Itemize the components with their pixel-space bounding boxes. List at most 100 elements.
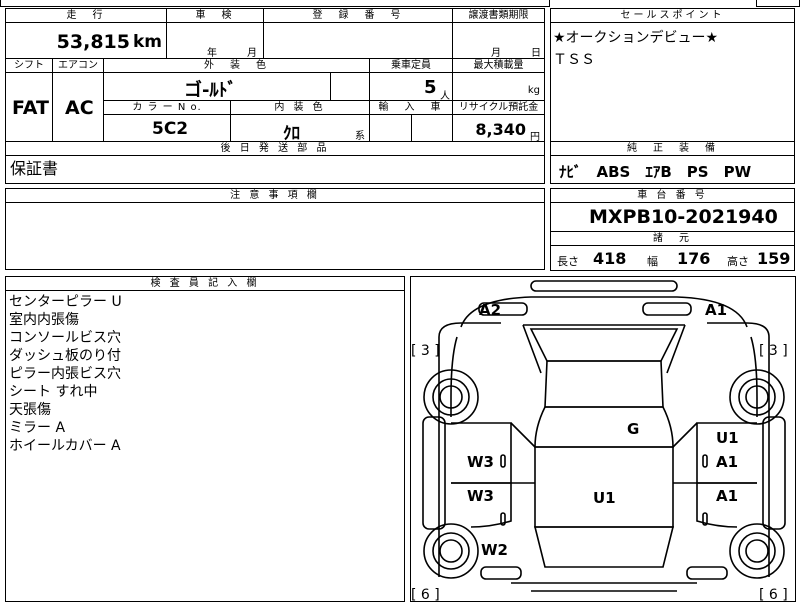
right-rocker (762, 416, 786, 530)
taillight-left (480, 566, 522, 580)
equipment-cell: ﾅﾋﾞ ABS ｴｱB PS PW (550, 155, 795, 184)
left-rocker (422, 416, 446, 530)
aircon-header: エアコン (52, 58, 104, 73)
mileage-cell: 53,815 km (5, 22, 167, 59)
mark-left-rear-door: W3 (467, 487, 494, 505)
front-bumper (530, 280, 678, 292)
mileage-header: 走 行 (5, 8, 167, 23)
wheel-rear-right (729, 523, 785, 579)
width-value: 176 (677, 249, 711, 268)
mark-front-right: A1 (705, 301, 727, 319)
mark-right-rear-door: A1 (716, 487, 738, 505)
inspection-year: 年 (207, 48, 217, 59)
color-no-header: カ ラ ー N o. (103, 100, 231, 115)
specs-cell: 長さ 418 幅 176 高さ 159 (550, 245, 795, 271)
transfer-header: 譲渡書類期限 (452, 8, 545, 23)
length-label: 長さ (557, 255, 579, 268)
inspector-note-2: 室内内張傷 (9, 312, 79, 328)
exterior-color-value: ゴ-ﾙﾄﾞ (184, 80, 237, 101)
mark-right-front-lower: A1 (716, 453, 738, 471)
windshield (529, 328, 679, 362)
exterior-color-extra (330, 72, 370, 101)
exterior-color-header: 外 装 色 (103, 58, 370, 73)
chassis-value: MXPB10-2021940 (589, 206, 778, 228)
notes-cell (5, 202, 545, 270)
height-value: 159 (757, 249, 791, 268)
rear-window (533, 526, 675, 568)
interior-color-header: 内 装 色 (230, 100, 370, 115)
roof-front (544, 360, 664, 408)
wheel-rear-left (423, 523, 479, 579)
car-diagram-svg: A2 A1 G U1 A1 W3 A1 W3 U1 W2 [ 3 ] [ 3 ]… (411, 280, 788, 601)
capacity-value: 5 (424, 77, 437, 98)
notes-header: 注 意 事 項 欄 (5, 188, 545, 203)
width-label: 幅 (647, 255, 658, 268)
selling-points-header: セールスポイント (550, 8, 795, 23)
top-strip-right (756, 0, 800, 7)
selling-point-1: ★オークションデビュー★ (553, 30, 719, 46)
registration-header: 登 録 番 号 (263, 8, 453, 23)
later-parts-header: 後 日 発 送 部 品 (5, 141, 545, 156)
damage-diagram: A2 A1 G U1 A1 W3 A1 W3 U1 W2 [ 3 ] [ 3 ]… (410, 276, 796, 602)
inspector-header: 検 査 員 記 入 欄 (5, 276, 405, 291)
tire-front-left: [ 3 ] (411, 343, 440, 359)
inspector-note-8: ミラー A (9, 420, 66, 436)
import-cell-b (411, 114, 453, 142)
taillight-right (686, 566, 728, 580)
left-windows (510, 422, 536, 484)
left-body-outline (438, 322, 501, 577)
length-value: 418 (593, 249, 627, 268)
mark-rear-roof: U1 (593, 489, 616, 507)
later-parts-cell: 保証書 (5, 155, 545, 184)
chassis-header: 車 台 番 号 (550, 188, 795, 203)
aircon-cell: AC (52, 72, 104, 142)
transfer-cell: 月 日 (452, 22, 545, 59)
mileage-unit: km (132, 32, 162, 52)
mark-left-front-door: W3 (467, 453, 494, 471)
chassis-cell: MXPB10-2021940 (550, 202, 795, 232)
import-header: 輸 入 車 (369, 100, 453, 115)
inspector-note-9: ホイールカバー A (9, 438, 121, 454)
right-windows (672, 422, 698, 484)
capacity-header: 乗車定員 (369, 58, 453, 73)
inspector-note-4: ダッシュ板のり付 (9, 348, 121, 364)
mark-front-left: A2 (479, 301, 501, 319)
capacity-cell: 5 人 (369, 72, 453, 102)
aircon-value: AC (65, 97, 94, 119)
inspector-note-3: コンソールビス穴 (9, 330, 121, 346)
recycle-header: リサイクル預託金 (452, 100, 545, 115)
selling-points-cell: ★オークションデビュー★ ＴＳＳ (550, 22, 795, 142)
inspection-month: 月 (247, 48, 257, 59)
inspector-note-1: センターピラー U (9, 294, 122, 310)
max-load-header: 最大積載量 (452, 58, 545, 73)
recycle-cell: 8,340 円 (452, 114, 545, 143)
mark-right-front-upper: U1 (716, 429, 739, 447)
import-cell-a (369, 114, 412, 142)
mark-left-rear-fender: W2 (481, 541, 508, 559)
mark-roof: G (627, 420, 639, 438)
selling-point-2: ＴＳＳ (553, 52, 595, 68)
color-no-value: 5C2 (152, 119, 189, 139)
inspection-cell: 年 月 (166, 22, 264, 59)
shift-value: FAT (12, 97, 49, 119)
inspection-header: 車 検 (166, 8, 264, 23)
max-load-cell: kg (452, 72, 545, 101)
max-load-unit: kg (527, 85, 540, 96)
roof (534, 406, 674, 448)
equipment-value: ﾅﾋﾞ ABS ｴｱB PS PW (559, 163, 752, 181)
inspector-note-5: ピラー内張ビス穴 (9, 366, 121, 382)
interior-color-suffix: 系 (355, 131, 365, 142)
shift-cell: FAT (5, 72, 53, 142)
inspector-note-7: 天張傷 (9, 402, 51, 418)
registration-cell (263, 22, 453, 59)
specs-header: 諸 元 (550, 231, 795, 246)
right-front-fender (750, 336, 758, 417)
color-no-cell: 5C2 (103, 114, 231, 142)
left-front-fender (450, 336, 458, 417)
right-body-outline (707, 322, 770, 577)
inspector-note-6: シート すれ中 (9, 384, 98, 400)
inspector-cell: センターピラー U 室内内張傷 コンソールビス穴 ダッシュ板のり付 ピラー内張ビ… (5, 290, 405, 602)
top-strip (0, 0, 550, 7)
center-cabin (534, 446, 674, 528)
transfer-month: 月 (491, 48, 501, 59)
